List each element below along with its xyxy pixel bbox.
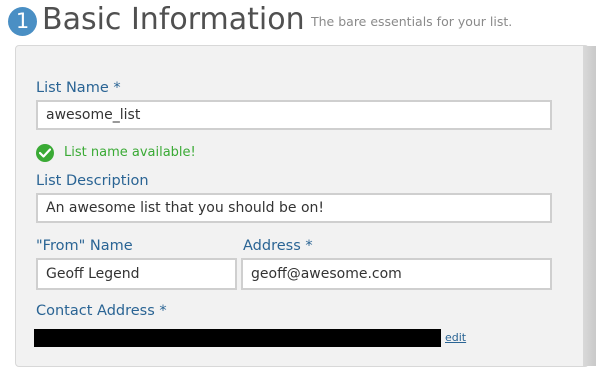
list-name-input[interactable] xyxy=(36,100,552,130)
panel-edge xyxy=(583,46,596,366)
page-subtitle: The bare essentials for your list. xyxy=(311,14,513,29)
address-label: Address * xyxy=(243,238,313,254)
list-name-label: List Name * xyxy=(36,80,121,96)
step-number-badge: 1 xyxy=(8,7,37,36)
from-name-input[interactable] xyxy=(36,258,237,290)
list-description-label: List Description xyxy=(36,173,149,189)
page-title: Basic Information xyxy=(42,2,305,37)
address-input[interactable] xyxy=(241,258,552,290)
contact-address-label: Contact Address * xyxy=(36,303,167,319)
availability-text: List name available! xyxy=(64,145,196,160)
from-name-label: "From" Name xyxy=(36,238,133,254)
check-circle-icon xyxy=(36,144,54,162)
contact-address-value-redacted xyxy=(34,329,441,347)
list-description-input[interactable] xyxy=(36,193,552,223)
section-header: 1 Basic Information The bare essentials … xyxy=(6,0,596,44)
edit-contact-address-link[interactable]: edit xyxy=(445,331,466,344)
